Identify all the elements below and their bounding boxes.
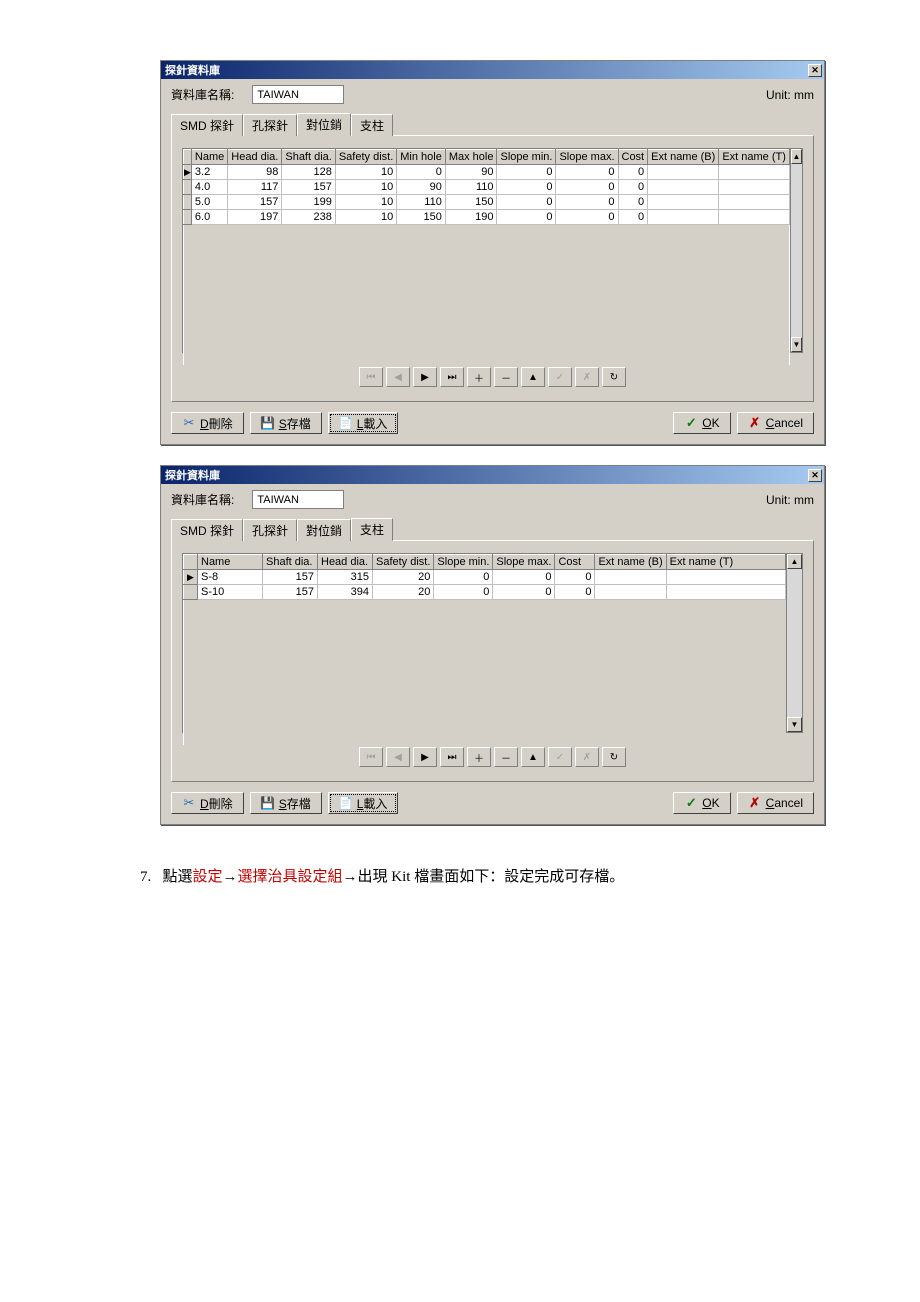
next-icon[interactable]: ▶ (413, 747, 437, 767)
table-row[interactable]: ▶S-815731520000 (184, 570, 786, 585)
remove-icon[interactable]: － (494, 367, 518, 387)
add-icon[interactable]: ＋ (467, 367, 491, 387)
edit-icon[interactable]: ▲ (521, 367, 545, 387)
tab-align-pin[interactable]: 對位銷 (297, 113, 351, 136)
load-button[interactable]: 📄L載入 (328, 412, 399, 434)
unit-label: Unit: mm (766, 88, 814, 102)
titlebar[interactable]: 探針資料庫 ✕ (161, 61, 824, 79)
add-icon[interactable]: ＋ (467, 747, 491, 767)
post-icon[interactable]: ✓ (548, 747, 572, 767)
tab-align-pin[interactable]: 對位銷 (297, 519, 351, 541)
check-icon: ✓ (684, 796, 698, 810)
tab-support[interactable]: 支柱 (351, 518, 393, 541)
probe-db-dialog-1: 探針資料庫 ✕ 資料庫名稱: Unit: mm SMD 探針 孔探針 對位銷 支… (160, 60, 825, 445)
tab-smd[interactable]: SMD 探針 (171, 114, 243, 136)
scroll-up-icon[interactable]: ▲ (787, 554, 802, 569)
first-icon[interactable]: ⏮ (359, 747, 383, 767)
db-name-input[interactable] (252, 85, 344, 104)
vertical-scrollbar[interactable]: ▲ ▼ (786, 554, 802, 732)
cancel-button[interactable]: ✗Cancel (737, 412, 814, 434)
load-icon: 📄 (339, 416, 353, 430)
ok-button[interactable]: ✓OK (673, 412, 730, 434)
close-icon[interactable]: ✕ (808, 64, 822, 77)
table-row[interactable]: ▶3.29812810090000 (184, 165, 790, 180)
check-icon: ✓ (684, 416, 698, 430)
last-icon[interactable]: ⏭ (440, 367, 464, 387)
delete-icon: ✂ (182, 796, 196, 810)
titlebar[interactable]: 探針資料庫 ✕ (161, 466, 824, 484)
data-grid[interactable]: Name Shaft dia. Head dia. Safety dist. S… (183, 554, 786, 745)
cross-icon: ✗ (748, 796, 762, 810)
post-icon[interactable]: ✓ (548, 367, 572, 387)
refresh-icon[interactable]: ↻ (602, 367, 626, 387)
next-icon[interactable]: ▶ (413, 367, 437, 387)
save-icon: 💾 (261, 416, 275, 430)
refresh-icon[interactable]: ↻ (602, 747, 626, 767)
tab-panel: Name Shaft dia. Head dia. Safety dist. S… (171, 540, 814, 782)
save-icon: 💾 (261, 796, 275, 810)
table-row[interactable]: 5.015719910110150000 (184, 195, 790, 210)
step-number: 7. (140, 869, 151, 885)
tab-hole[interactable]: 孔探針 (243, 114, 297, 136)
delete-icon: ✂ (182, 416, 196, 430)
window-title: 探針資料庫 (165, 62, 220, 78)
table-row[interactable]: 4.01171571090110000 (184, 180, 790, 195)
tab-panel: Name Head dia. Shaft dia. Safety dist. M… (171, 135, 814, 402)
delete-button[interactable]: ✂DD刪除刪除 (171, 412, 244, 434)
cancel-edit-icon[interactable]: ✗ (575, 747, 599, 767)
header-row: Name Head dia. Shaft dia. Safety dist. M… (184, 150, 790, 165)
record-navigator: ⏮ ◀ ▶ ⏭ ＋ － ▲ ✓ ✗ ↻ (182, 363, 803, 391)
ok-button[interactable]: ✓OK (673, 792, 730, 814)
scroll-up-icon[interactable]: ▲ (791, 149, 802, 164)
edit-icon[interactable]: ▲ (521, 747, 545, 767)
delete-button[interactable]: ✂D刪除 (171, 792, 244, 814)
tab-bar: SMD 探針 孔探針 對位銷 支柱 (171, 517, 814, 540)
load-button[interactable]: 📄L載入 (328, 792, 399, 814)
tab-hole[interactable]: 孔探針 (243, 519, 297, 541)
tab-smd[interactable]: SMD 探針 (171, 519, 243, 541)
save-button[interactable]: 💾S存檔 (250, 412, 322, 434)
db-name-input[interactable] (252, 490, 344, 509)
tab-support[interactable]: 支柱 (351, 114, 393, 136)
record-navigator: ⏮ ◀ ▶ ⏭ ＋ － ▲ ✓ ✗ ↻ (182, 743, 803, 771)
table-row[interactable]: S-1015739420000 (184, 585, 786, 600)
close-icon[interactable]: ✕ (808, 469, 822, 482)
load-icon: 📄 (339, 796, 353, 810)
cross-icon: ✗ (748, 416, 762, 430)
table-row[interactable]: 6.019723810150190000 (184, 210, 790, 225)
db-name-label: 資料庫名稱: (171, 86, 234, 103)
prev-icon[interactable]: ◀ (386, 747, 410, 767)
vertical-scrollbar[interactable]: ▲ ▼ (790, 149, 802, 352)
db-name-label: 資料庫名稱: (171, 491, 234, 508)
prev-icon[interactable]: ◀ (386, 367, 410, 387)
tab-bar: SMD 探針 孔探針 對位銷 支柱 (171, 112, 814, 135)
header-row: Name Shaft dia. Head dia. Safety dist. S… (184, 555, 786, 570)
probe-db-dialog-2: 探針資料庫 ✕ 資料庫名稱: Unit: mm SMD 探針 孔探針 對位銷 支… (160, 465, 825, 825)
scroll-down-icon[interactable]: ▼ (787, 717, 802, 732)
instruction-line: 7. 點選設定→選擇治具設定組→出現 Kit 檔畫面如下：設定完成可存檔。 (140, 865, 920, 886)
cancel-button[interactable]: ✗Cancel (737, 792, 814, 814)
data-grid[interactable]: Name Head dia. Shaft dia. Safety dist. M… (183, 149, 790, 365)
scroll-down-icon[interactable]: ▼ (791, 337, 802, 352)
last-icon[interactable]: ⏭ (440, 747, 464, 767)
remove-icon[interactable]: － (494, 747, 518, 767)
unit-label: Unit: mm (766, 493, 814, 507)
first-icon[interactable]: ⏮ (359, 367, 383, 387)
window-title: 探針資料庫 (165, 467, 220, 483)
save-button[interactable]: 💾S存檔 (250, 792, 322, 814)
cancel-edit-icon[interactable]: ✗ (575, 367, 599, 387)
